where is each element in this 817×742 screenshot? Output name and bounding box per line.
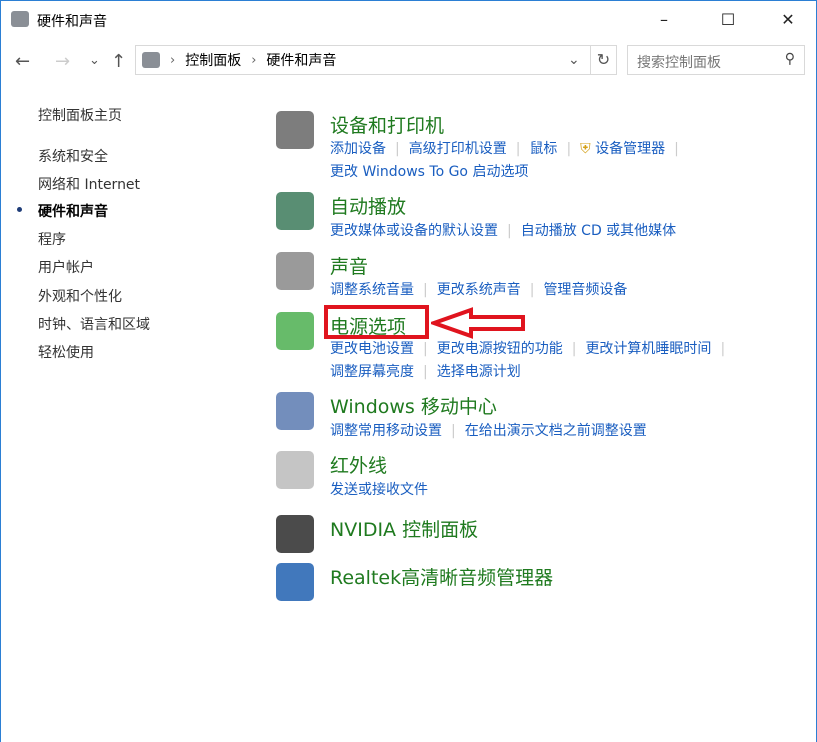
section-link[interactable]: 在给出演示文档之前调整设置 <box>465 423 647 439</box>
section-link[interactable]: 设备管理器 <box>595 141 665 157</box>
sidebar-item[interactable]: 网络和 Internet <box>38 174 140 194</box>
section-link[interactable]: 更改计算机睡眠时间 <box>585 341 711 357</box>
back-button[interactable]: ← <box>15 51 30 72</box>
link-separator: | <box>530 282 535 298</box>
section-link[interactable]: 添加设备 <box>330 141 386 157</box>
sidebar-item[interactable]: 用户帐户 <box>38 257 94 277</box>
breadcrumb-control-panel[interactable]: 控制面板 <box>185 50 241 70</box>
section-link[interactable]: 调整系统音量 <box>330 282 414 298</box>
forward-button[interactable]: → <box>55 51 70 72</box>
section-links-row: 调整系统音量 | 更改系统声音 | 管理音频设备 <box>330 279 627 299</box>
close-button[interactable]: ✕ <box>765 7 811 33</box>
minimize-button[interactable]: – <box>641 7 687 33</box>
search-input[interactable]: 搜索控制面板 ⚲ <box>627 45 805 75</box>
section-link[interactable]: 更改 Windows To Go 启动选项 <box>330 164 528 180</box>
refresh-button[interactable]: ↻ <box>590 46 616 74</box>
annotation-arrow-icon <box>431 307 527 339</box>
shield-icon: ⛨ <box>580 141 595 157</box>
link-separator: | <box>423 341 428 357</box>
search-placeholder: 搜索控制面板 <box>637 55 721 71</box>
section-link[interactable]: 高级打印机设置 <box>409 141 507 157</box>
section-link[interactable]: 调整常用移动设置 <box>330 423 442 439</box>
section-links-row: 调整屏幕亮度 | 选择电源计划 <box>330 361 521 381</box>
section-title[interactable]: 自动播放 <box>330 192 406 219</box>
section-link[interactable]: 自动播放 CD 或其他媒体 <box>521 223 676 239</box>
section-title[interactable]: Realtek高清晰音频管理器 <box>330 563 553 590</box>
active-bullet <box>17 207 22 212</box>
sidebar-item[interactable]: 控制面板主页 <box>38 105 122 125</box>
battery-icon[interactable] <box>276 312 314 350</box>
link-separator: | <box>423 364 428 380</box>
section-link[interactable]: 更改媒体或设备的默认设置 <box>330 223 498 239</box>
link-separator: | <box>572 341 577 357</box>
section-links-row: 调整常用移动设置 | 在给出演示文档之前调整设置 <box>330 420 647 440</box>
section-link[interactable]: 选择电源计划 <box>437 364 521 380</box>
speaker-icon[interactable] <box>276 252 314 290</box>
link-separator: | <box>566 141 571 157</box>
section-link[interactable]: 更改电源按钮的功能 <box>437 341 563 357</box>
laptop-icon[interactable] <box>276 392 314 430</box>
autoplay-icon[interactable] <box>276 192 314 230</box>
section-link[interactable]: 调整屏幕亮度 <box>330 364 414 380</box>
section-link[interactable]: 管理音频设备 <box>543 282 627 298</box>
section-links-row: 添加设备 | 高级打印机设置 | 鼠标 | ⛨ 设备管理器 | <box>330 138 688 158</box>
annotation-box <box>324 305 429 339</box>
section-link[interactable]: 发送或接收文件 <box>330 482 428 498</box>
breadcrumb-hardware-sound[interactable]: 硬件和声音 <box>266 50 336 70</box>
address-dropdown-button[interactable]: ⌄ <box>568 52 590 68</box>
chevron-right-icon: › <box>170 53 175 68</box>
link-separator: | <box>720 341 725 357</box>
window-title: 硬件和声音 <box>37 11 107 31</box>
search-icon[interactable]: ⚲ <box>785 51 795 67</box>
section-link[interactable]: 鼠标 <box>529 141 557 157</box>
sidebar-item[interactable]: 轻松使用 <box>38 342 94 362</box>
nvidia-icon[interactable] <box>276 515 314 553</box>
sidebar-item[interactable]: 硬件和声音 <box>38 201 108 221</box>
infrared-icon[interactable] <box>276 451 314 489</box>
printer-icon[interactable] <box>276 111 314 149</box>
address-bar[interactable]: › 控制面板 › 硬件和声音 ⌄ ↻ <box>135 45 617 75</box>
realtek-icon[interactable] <box>276 563 314 601</box>
section-title[interactable]: 红外线 <box>330 451 387 478</box>
maximize-button[interactable]: ☐ <box>705 7 751 33</box>
link-separator: | <box>423 282 428 298</box>
section-links-row: 更改媒体或设备的默认设置 | 自动播放 CD 或其他媒体 <box>330 220 676 240</box>
link-separator: | <box>451 423 456 439</box>
section-title[interactable]: Windows 移动中心 <box>330 392 497 419</box>
section-title[interactable]: NVIDIA 控制面板 <box>330 515 478 542</box>
up-button[interactable]: ↑ <box>111 51 126 72</box>
sidebar-item[interactable]: 程序 <box>38 229 66 249</box>
section-link[interactable]: 更改电池设置 <box>330 341 414 357</box>
section-links-row: 更改 Windows To Go 启动选项 <box>330 161 528 181</box>
window-icon <box>11 11 29 27</box>
link-separator: | <box>674 141 679 157</box>
recent-locations-button[interactable]: ⌄ <box>89 53 100 68</box>
section-title[interactable]: 设备和打印机 <box>330 111 444 138</box>
control-panel-icon <box>142 52 160 68</box>
sidebar-item[interactable]: 外观和个性化 <box>38 286 122 306</box>
link-separator: | <box>516 141 521 157</box>
section-title[interactable]: 声音 <box>330 252 368 279</box>
section-links-row: 发送或接收文件 <box>330 479 428 499</box>
section-links-row: 更改电池设置 | 更改电源按钮的功能 | 更改计算机睡眠时间 | <box>330 338 734 358</box>
sidebar-item[interactable]: 系统和安全 <box>38 146 108 166</box>
section-link[interactable]: 更改系统声音 <box>437 282 521 298</box>
chevron-right-icon: › <box>251 53 256 68</box>
sidebar-item[interactable]: 时钟、语言和区域 <box>38 314 150 334</box>
link-separator: | <box>507 223 512 239</box>
link-separator: | <box>395 141 400 157</box>
